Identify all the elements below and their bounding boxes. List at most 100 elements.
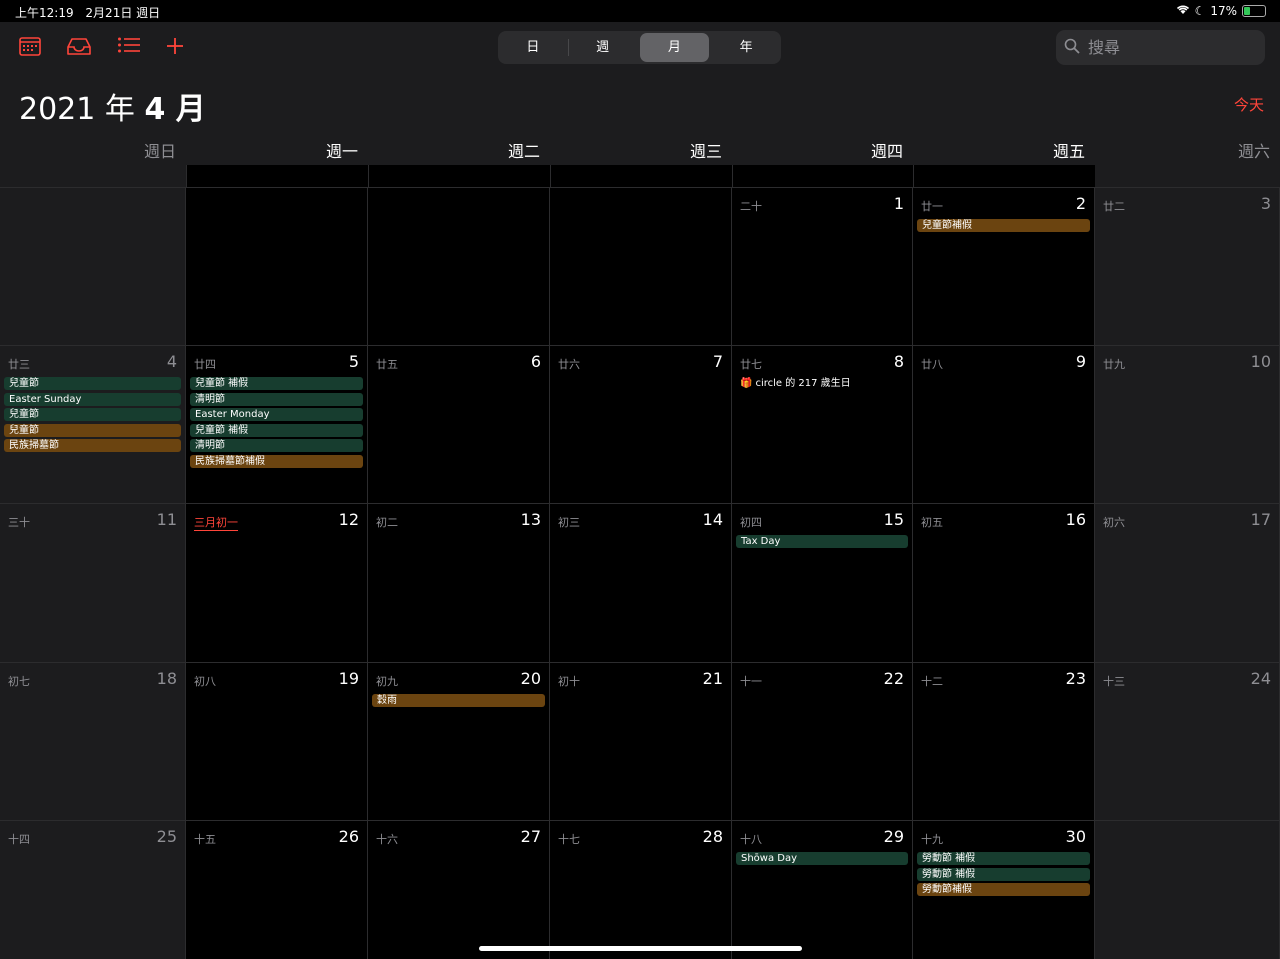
event-item[interactable]: 勞動節 補假 xyxy=(917,852,1090,865)
today-button[interactable]: 今天 xyxy=(1234,94,1264,115)
battery-icon xyxy=(1242,5,1266,17)
search-input[interactable] xyxy=(1086,37,1250,58)
day-cell-18[interactable]: 初七 18 xyxy=(0,662,186,820)
empty-day-cell[interactable] xyxy=(0,187,186,345)
event-item[interactable]: Easter Sunday xyxy=(4,392,181,406)
day-number: 18 xyxy=(156,669,177,688)
day-cell-2[interactable]: 廿一 2 兒童節補假 xyxy=(913,187,1095,345)
day-cell-21[interactable]: 初十 21 xyxy=(550,662,732,820)
event-list: 兒童節補假 xyxy=(917,219,1090,235)
tab-day[interactable]: 日 xyxy=(498,31,568,64)
event-item[interactable]: Shōwa Day xyxy=(736,852,908,865)
event-item[interactable]: 兒童節 補假 xyxy=(190,377,363,390)
event-item[interactable]: 勞動節補假 xyxy=(917,883,1090,896)
day-number: 5 xyxy=(348,352,359,371)
day-cell-19[interactable]: 初八 19 xyxy=(186,662,368,820)
lunar-date: 廿五 xyxy=(376,358,398,371)
lunar-date: 二十 xyxy=(740,200,762,213)
empty-day-cell[interactable] xyxy=(186,187,368,345)
prev-week-strip xyxy=(368,165,551,187)
event-item[interactable]: Easter Monday xyxy=(190,408,363,421)
day-cell-10[interactable]: 廿九 10 xyxy=(1095,345,1280,503)
event-item[interactable]: 勞動節 補假 xyxy=(917,867,1090,881)
day-cell-20[interactable]: 初九 20 穀雨 xyxy=(368,662,550,820)
tab-month[interactable]: 月 xyxy=(639,33,710,62)
event-item[interactable]: 兒童節 補假 xyxy=(190,423,363,437)
day-cell-28[interactable]: 十七 28 xyxy=(550,820,732,959)
lunar-date: 廿一 xyxy=(921,200,943,213)
event-item[interactable]: 民族掃墓節 xyxy=(4,439,181,452)
day-cell-4[interactable]: 廿三 4 兒童節 Easter Sunday 兒童節 兒童節 民族掃墓節 xyxy=(0,345,186,503)
lunar-date: 三十 xyxy=(8,516,30,529)
event-item[interactable]: 兒童節 xyxy=(4,377,181,390)
lunar-date: 初七 xyxy=(8,675,30,688)
event-item[interactable]: 兒童節 xyxy=(4,408,181,421)
lunar-date: 初六 xyxy=(1103,516,1125,529)
event-title: 穀雨 xyxy=(377,695,397,706)
day-cell-13[interactable]: 初二 13 xyxy=(368,503,550,662)
day-cell-15[interactable]: 初四 15 Tax Day xyxy=(732,503,913,662)
event-item[interactable]: 穀雨 xyxy=(372,694,545,707)
day-cell-24[interactable]: 十三 24 xyxy=(1095,662,1280,820)
day-cell-29[interactable]: 十八 29 Shōwa Day xyxy=(732,820,913,959)
day-number: 27 xyxy=(520,827,541,846)
day-cell-23[interactable]: 十二 23 xyxy=(913,662,1095,820)
day-number: 9 xyxy=(1075,352,1086,371)
lunar-date: 初五 xyxy=(921,516,943,529)
tab-year[interactable]: 年 xyxy=(711,31,781,64)
empty-day-cell[interactable] xyxy=(1095,820,1280,959)
day-cell-22[interactable]: 十一 22 xyxy=(732,662,913,820)
day-number: 29 xyxy=(883,827,904,846)
day-cell-26[interactable]: 十五 26 xyxy=(186,820,368,959)
day-cell-12[interactable]: 三月初一 12 xyxy=(186,503,368,662)
day-cell-27[interactable]: 十六 27 xyxy=(368,820,550,959)
event-item[interactable]: 清明節 xyxy=(190,392,363,406)
weekday-header-wednesday: 週三 xyxy=(689,142,722,161)
lunar-date: 十一 xyxy=(740,675,762,688)
empty-day-cell[interactable] xyxy=(368,187,550,345)
list-icon[interactable] xyxy=(116,36,142,60)
lunar-date: 十五 xyxy=(194,833,216,846)
event-list: 🎁 circle 的 217 歲生日 xyxy=(736,377,908,393)
day-cell-9[interactable]: 廿八 9 xyxy=(913,345,1095,503)
lunar-date: 廿三 xyxy=(8,358,30,371)
day-number: 17 xyxy=(1250,510,1271,529)
day-cell-3[interactable]: 廿二 3 xyxy=(1095,187,1280,345)
event-item[interactable]: 🎁 circle 的 217 歲生日 xyxy=(736,377,908,390)
day-cell-1[interactable]: 二十 1 xyxy=(732,187,913,345)
event-item[interactable]: 民族掃墓節補假 xyxy=(190,454,363,468)
empty-day-cell[interactable] xyxy=(550,187,732,345)
plus-icon[interactable] xyxy=(162,36,188,60)
day-cell-11[interactable]: 三十 11 xyxy=(0,503,186,662)
event-list: 勞動節 補假 勞動節 補假 勞動節補假 xyxy=(917,852,1090,899)
event-title: 民族掃墓節補假 xyxy=(195,455,265,467)
day-cell-17[interactable]: 初六 17 xyxy=(1095,503,1280,662)
day-cell-8[interactable]: 廿七 8 🎁 circle 的 217 歲生日 xyxy=(732,345,913,503)
event-item[interactable]: 清明節 xyxy=(190,439,363,452)
prev-week-strip xyxy=(0,165,187,187)
day-number: 30 xyxy=(1065,827,1086,846)
day-number: 11 xyxy=(156,510,177,529)
event-item[interactable]: 兒童節 xyxy=(4,423,181,437)
lunar-date: 初四 xyxy=(740,516,762,529)
event-list: 兒童節 補假 清明節 Easter Monday 兒童節 補假 清明節 民族掃墓節補假 xyxy=(190,377,363,470)
day-cell-5[interactable]: 廿四 5 兒童節 補假 清明節 Easter Monday 兒童節 補假 清明節 民族掃墓節補… xyxy=(186,345,368,503)
day-cell-7[interactable]: 廿六 7 xyxy=(550,345,732,503)
moon-icon: ☾ xyxy=(1194,4,1206,18)
day-number: 22 xyxy=(883,669,904,688)
tab-week[interactable]: 週 xyxy=(567,31,638,64)
day-cell-6[interactable]: 廿五 6 xyxy=(368,345,550,503)
lunar-date: 十二 xyxy=(921,675,943,688)
inbox-icon[interactable] xyxy=(66,36,92,60)
search-field[interactable] xyxy=(1056,30,1265,65)
day-cell-30[interactable]: 十九 30 勞動節 補假 勞動節 補假 勞動節補假 xyxy=(913,820,1095,959)
calendar-icon[interactable] xyxy=(17,36,43,60)
event-title: 清明節 xyxy=(195,440,225,451)
day-number: 4 xyxy=(166,352,177,371)
event-item[interactable]: 兒童節補假 xyxy=(917,219,1090,232)
day-cell-16[interactable]: 初五 16 xyxy=(913,503,1095,662)
day-cell-14[interactable]: 初三 14 xyxy=(550,503,732,662)
day-cell-25[interactable]: 十四 25 xyxy=(0,820,186,959)
event-item[interactable]: Tax Day xyxy=(736,535,908,548)
search-icon xyxy=(1064,38,1080,58)
